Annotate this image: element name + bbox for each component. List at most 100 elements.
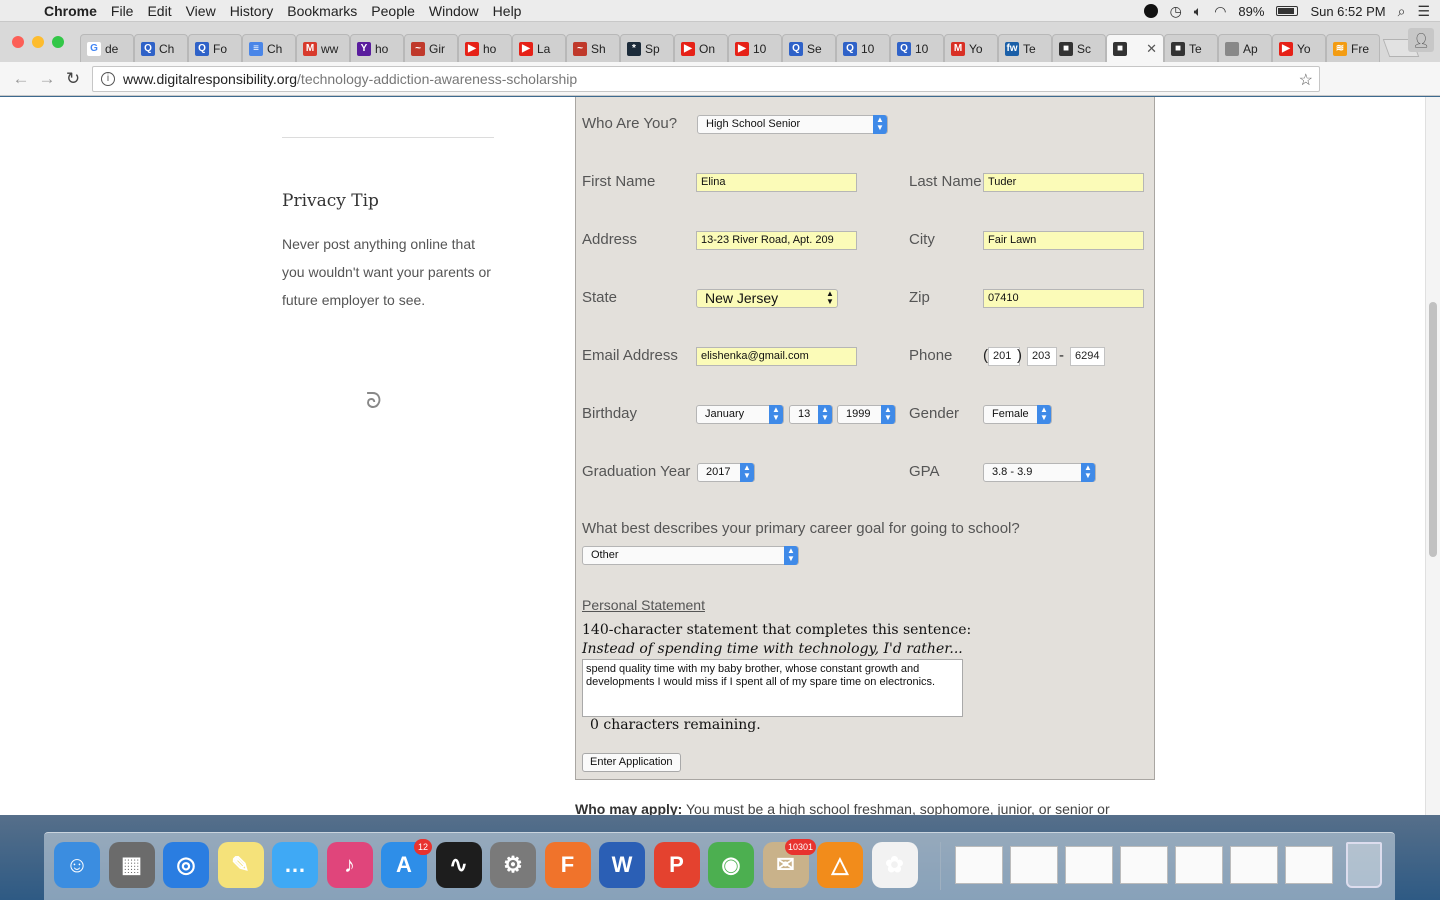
notification-center-icon[interactable]: ☰ [1417, 3, 1430, 20]
battery-icon[interactable] [1276, 6, 1299, 16]
personal-statement-textarea[interactable]: spend quality time with my baby brother,… [582, 659, 963, 717]
phone-prefix-field[interactable]: 203 [1027, 347, 1057, 366]
browser-tab[interactable]: Ap [1218, 34, 1272, 62]
back-icon[interactable]: ← [8, 69, 34, 89]
browser-tab[interactable]: M Yo [944, 34, 998, 62]
who-are-you-select[interactable]: High School Senior ▲ ▼ [697, 115, 888, 134]
birth-month-select[interactable]: January ▲ ▼ [696, 405, 784, 424]
browser-tab[interactable]: Q Fo [188, 34, 242, 62]
browser-tab[interactable]: ≋ Fre [1326, 34, 1380, 62]
city-field[interactable]: Fair Lawn [983, 231, 1144, 250]
wifi-icon[interactable]: ◠ [1214, 3, 1226, 20]
activity-monitor-icon[interactable]: ∿ [435, 842, 482, 888]
browser-tab[interactable]: Q 10 [890, 34, 944, 62]
finder-icon[interactable]: ☺ [54, 842, 100, 888]
email-field[interactable]: elishenka@gmail.com [696, 347, 857, 366]
zoom-window-button[interactable] [52, 36, 64, 48]
menu-edit[interactable]: Edit [147, 3, 171, 19]
menu-file[interactable]: File [111, 3, 134, 19]
system-preferences-icon[interactable]: ⚙ [490, 842, 536, 888]
minimized-window-thumb[interactable] [955, 846, 1003, 884]
menu-window[interactable]: Window [429, 3, 479, 19]
browser-tab[interactable]: ■ ✕ [1106, 34, 1164, 62]
browser-tab[interactable]: Mww [296, 34, 350, 62]
info-icon[interactable]: i [101, 72, 115, 86]
phone-area-field[interactable]: 201 [988, 347, 1020, 366]
minimized-window-thumb[interactable] [1120, 846, 1168, 884]
menu-view[interactable]: View [186, 3, 216, 19]
chrome-icon[interactable]: ◉ [708, 842, 754, 888]
browser-tab[interactable]: ▶ On [674, 34, 728, 62]
minimized-window-thumb[interactable] [1065, 846, 1113, 884]
menu-help[interactable]: Help [493, 3, 522, 19]
scrollbar-thumb[interactable] [1429, 302, 1437, 557]
browser-tab[interactable]: ▶ La [512, 34, 566, 62]
address-bar[interactable]: i www.digitalresponsibility.org/technolo… [92, 66, 1320, 92]
powerpoint-icon[interactable]: P [653, 842, 700, 888]
battery-percent[interactable]: 89% [1238, 4, 1264, 19]
messages-icon[interactable]: … [272, 842, 318, 888]
minimized-window-thumb[interactable] [1285, 846, 1333, 884]
quora-icon: Q [141, 41, 155, 56]
safari-icon[interactable]: ◎ [163, 842, 209, 888]
minimized-window-thumb[interactable] [1175, 846, 1223, 884]
notes-icon[interactable]: ✎ [217, 842, 264, 888]
trash-icon[interactable] [1346, 842, 1382, 888]
phone-line-field[interactable]: 6294 [1070, 347, 1105, 366]
photos-icon[interactable]: ✿ [871, 842, 918, 888]
browser-tab[interactable]: ■ Te [1164, 34, 1218, 62]
zip-field[interactable]: 07410 [983, 289, 1144, 308]
itunes-icon[interactable]: ♪ [326, 842, 373, 888]
spotlight-icon[interactable]: ⌕ [1398, 3, 1406, 20]
minimized-window-thumb[interactable] [1010, 846, 1058, 884]
state-select[interactable]: New Jersey ▲ ▼ [696, 289, 838, 308]
browser-tab[interactable]: ■ Sc [1052, 34, 1106, 62]
graduation-year-select[interactable]: 2017 ▲ ▼ [697, 463, 755, 482]
minimize-window-button[interactable] [32, 36, 44, 48]
browser-tab[interactable]: ≡ Ch [242, 34, 296, 62]
first-name-field[interactable]: Elina [696, 173, 857, 192]
forward-icon[interactable]: → [34, 69, 60, 89]
enter-application-button[interactable]: Enter Application [582, 753, 681, 772]
calculator-icon[interactable]: ▦ [108, 842, 155, 888]
browser-tab[interactable]: ~ Gir [404, 34, 458, 62]
volume-icon[interactable]: 🔈︎ [1194, 3, 1202, 20]
browser-tab[interactable]: Q Se [782, 34, 836, 62]
menu-people[interactable]: People [371, 3, 415, 19]
browser-tab[interactable]: fw Te [998, 34, 1052, 62]
browser-tab[interactable]: Q Ch [134, 34, 188, 62]
state-label: State [582, 289, 618, 306]
word-icon[interactable]: W [599, 842, 645, 888]
address-field[interactable]: 13-23 River Road, Apt. 209 [696, 231, 857, 250]
browser-tab[interactable]: ▶ Yo [1272, 34, 1326, 62]
browser-tab[interactable]: ▶ ho [458, 34, 512, 62]
birth-day-select[interactable]: 13 ▲ ▼ [789, 405, 833, 424]
menu-history[interactable]: History [230, 3, 274, 19]
state-value: New Jersey [705, 290, 779, 306]
time-machine-icon[interactable]: ◷ [1170, 3, 1182, 20]
menu-bookmarks[interactable]: Bookmarks [287, 3, 357, 19]
minimized-window-thumb[interactable] [1230, 846, 1278, 884]
career-goal-select[interactable]: Other ▲ ▼ [582, 546, 799, 565]
gpa-select[interactable]: 3.8 - 3.9 ▲ ▼ [983, 463, 1096, 482]
close-window-button[interactable] [12, 36, 24, 48]
status-dot-icon[interactable] [1143, 4, 1158, 18]
vlc-icon[interactable]: △ [817, 842, 863, 888]
browser-tab[interactable]: Yho [350, 34, 404, 62]
last-name-field[interactable]: Tuder [983, 173, 1144, 192]
gender-select[interactable]: Female ▲ ▼ [983, 405, 1052, 424]
reload-icon[interactable]: ↻ [60, 69, 86, 89]
browser-tab[interactable]: ▶ 10 [728, 34, 782, 62]
menu-app-name[interactable]: Chrome [44, 3, 97, 19]
menubar-clock[interactable]: Sun 6:52 PM [1310, 4, 1385, 19]
browser-tab[interactable]: ~ Sh [566, 34, 620, 62]
birth-year-select[interactable]: 1999 ▲ ▼ [837, 405, 896, 424]
browser-tab[interactable]: * Sp [620, 34, 674, 62]
browser-tab[interactable]: Q 10 [836, 34, 890, 62]
browser-tab[interactable]: Gde [80, 34, 134, 62]
close-tab-icon[interactable]: ✕ [1146, 41, 1157, 57]
bookmark-star-icon[interactable]: ☆ [1299, 70, 1313, 90]
profile-icon[interactable]: 👤︎ [1408, 28, 1434, 52]
firefox-icon[interactable]: F [544, 842, 591, 888]
page-scrollbar[interactable] [1425, 97, 1440, 815]
